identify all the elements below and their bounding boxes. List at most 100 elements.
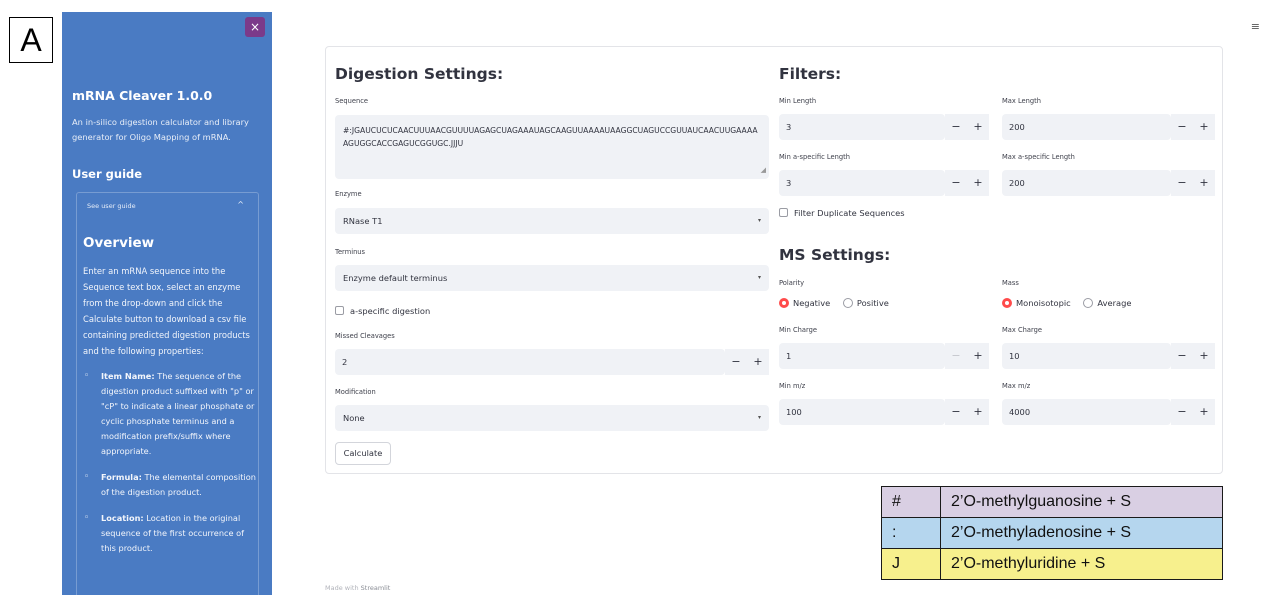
legend-meaning: 2’O-methyluridine + S	[940, 548, 1223, 580]
max-length-stepper: 200 − +	[1002, 114, 1215, 140]
user-guide-heading: User guide	[72, 167, 143, 181]
settings-form: Digestion Settings: Sequence #:JGAUCUCUC…	[325, 46, 1223, 474]
sidebar: × mRNA Cleaver 1.0.0 An in-silico digest…	[62, 12, 272, 595]
legend-symbol: J	[881, 548, 941, 580]
increment-button[interactable]: +	[1193, 343, 1215, 369]
mass-average-option[interactable]: Average	[1083, 298, 1131, 308]
item-name-desc: The sequence of the digestion product su…	[101, 371, 255, 456]
min-mz-label: Min m/z	[779, 382, 806, 390]
increment-button[interactable]: +	[967, 343, 989, 369]
enzyme-value: RNase T1	[343, 216, 383, 226]
increment-button[interactable]: +	[967, 170, 989, 196]
missed-cleavages-stepper: 2 − +	[335, 349, 769, 375]
increment-button[interactable]: +	[747, 349, 769, 375]
max-charge-input[interactable]: 10	[1002, 343, 1171, 369]
decrement-button[interactable]: −	[1171, 170, 1193, 196]
mass-average-label: Average	[1097, 298, 1132, 308]
increment-button[interactable]: +	[1193, 170, 1215, 196]
terminus-value: Enzyme default terminus	[343, 273, 448, 283]
decrement-button[interactable]: −	[725, 349, 747, 375]
max-charge-label: Max Charge	[1002, 326, 1042, 334]
min-mz-input[interactable]: 100	[779, 399, 945, 425]
digestion-settings-heading: Digestion Settings:	[335, 65, 504, 83]
expander-label[interactable]: See user guide	[87, 202, 136, 210]
mass-label: Mass	[1002, 279, 1019, 287]
terminus-select[interactable]: Enzyme default terminus ▾	[335, 265, 769, 291]
enzyme-select[interactable]: RNase T1 ▾	[335, 208, 769, 234]
user-guide-expander: See user guide ^ Overview Enter an mRNA …	[76, 192, 259, 595]
streamlit-link[interactable]: Streamlit	[361, 584, 391, 592]
decrement-button[interactable]: −	[945, 170, 967, 196]
legend-symbol: :	[881, 517, 941, 549]
max-aspecific-length-stepper: 200 − +	[1002, 170, 1215, 196]
filter-duplicates-checkbox[interactable]: Filter Duplicate Sequences	[779, 208, 905, 218]
increment-button[interactable]: +	[967, 114, 989, 140]
polarity-label: Polarity	[779, 279, 805, 287]
min-aspecific-length-label: Min a-specific Length	[779, 153, 850, 161]
calculate-button[interactable]: Calculate	[335, 442, 391, 465]
table-row: J 2’O-methyluridine + S	[881, 548, 1223, 580]
footer-prefix: Made with	[325, 584, 361, 592]
chevron-up-icon[interactable]: ^	[237, 200, 244, 209]
mass-monoisotopic-option[interactable]: Monoisotopic	[1002, 298, 1071, 308]
modification-label: Modification	[335, 388, 376, 396]
aspecific-checkbox[interactable]: a-specific digestion	[335, 306, 430, 316]
checkbox-icon[interactable]	[779, 208, 788, 217]
decrement-button[interactable]: −	[945, 343, 967, 369]
missed-cleavages-label: Missed Cleavages	[335, 332, 395, 340]
missed-cleavages-input[interactable]: 2	[335, 349, 725, 375]
table-row: : 2’O-methyladenosine + S	[881, 517, 1223, 549]
radio-selected-icon[interactable]	[779, 298, 789, 308]
increment-button[interactable]: +	[1193, 114, 1215, 140]
decrement-button[interactable]: −	[945, 114, 967, 140]
polarity-positive-label: Positive	[856, 298, 889, 308]
min-aspecific-length-input[interactable]: 3	[779, 170, 945, 196]
chevron-down-icon: ▾	[757, 217, 761, 224]
legend-symbol: #	[881, 486, 941, 518]
chevron-down-icon: ▾	[757, 414, 761, 421]
min-charge-stepper: 1 − +	[779, 343, 989, 369]
sidebar-close-button[interactable]: ×	[245, 17, 265, 37]
list-item: Formula: The elemental composition of th…	[83, 470, 258, 500]
radio-icon[interactable]	[842, 298, 853, 308]
max-mz-input[interactable]: 4000	[1002, 399, 1171, 425]
radio-selected-icon[interactable]	[1002, 298, 1012, 308]
max-length-input[interactable]: 200	[1002, 114, 1171, 140]
increment-button[interactable]: +	[1193, 399, 1215, 425]
resize-handle-icon[interactable]: ◢	[761, 164, 766, 177]
decrement-button[interactable]: −	[1171, 114, 1193, 140]
min-length-label: Min Length	[779, 97, 817, 105]
min-charge-input[interactable]: 1	[779, 343, 945, 369]
panel-label: A	[9, 17, 53, 63]
modification-select[interactable]: None ▾	[335, 405, 769, 431]
min-aspecific-length-stepper: 3 − +	[779, 170, 989, 196]
app-title: mRNA Cleaver 1.0.0	[72, 88, 213, 103]
decrement-button[interactable]: −	[1171, 399, 1193, 425]
max-charge-stepper: 10 − +	[1002, 343, 1215, 369]
ms-settings-heading: MS Settings:	[779, 246, 891, 264]
mass-monoisotopic-label: Monoisotopic	[1016, 298, 1071, 308]
radio-icon[interactable]	[1083, 298, 1094, 308]
sequence-textarea[interactable]: #:JGAUCUCUCAACUUUAACGUUUUAGAGCUAGAAAUAGC…	[335, 115, 769, 179]
location-term: Location:	[101, 513, 144, 523]
mass-radio-group: Monoisotopic Average	[1002, 298, 1141, 308]
terminus-label: Terminus	[335, 248, 366, 256]
increment-button[interactable]: +	[967, 399, 989, 425]
chevron-down-icon: ▾	[757, 274, 761, 281]
hamburger-menu-icon[interactable]: ≡	[1251, 20, 1260, 33]
polarity-negative-option[interactable]: Negative	[779, 298, 830, 308]
enzyme-label: Enzyme	[335, 190, 362, 198]
decrement-button[interactable]: −	[945, 399, 967, 425]
min-length-input[interactable]: 3	[779, 114, 945, 140]
max-aspecific-length-input[interactable]: 200	[1002, 170, 1171, 196]
max-aspecific-length-label: Max a-specific Length	[1002, 153, 1075, 161]
checkbox-icon[interactable]	[335, 306, 344, 315]
table-row: # 2’O-methylguanosine + S	[881, 486, 1223, 518]
decrement-button[interactable]: −	[1171, 343, 1193, 369]
filters-heading: Filters:	[779, 65, 842, 83]
formula-term: Formula:	[101, 472, 142, 482]
sequence-text: #:JGAUCUCUCAACUUUAACGUUUUAGAGCUAGAAAUAGC…	[343, 126, 758, 148]
footer: Made with Streamlit	[325, 584, 390, 592]
sequence-label: Sequence	[335, 97, 368, 105]
polarity-positive-option[interactable]: Positive	[842, 298, 889, 308]
